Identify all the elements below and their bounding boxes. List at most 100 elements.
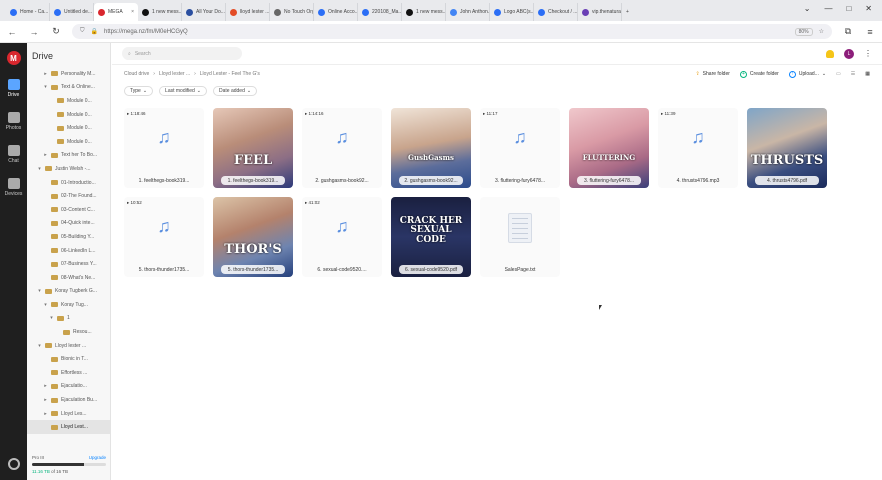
info-icon[interactable]: ▭: [836, 71, 841, 77]
file-card[interactable]: ▸ 11:39 ♫ 4. thrusts4796.mp3: [658, 108, 738, 188]
file-card[interactable]: GushGasms 2. gushgasms-book92...: [391, 108, 471, 188]
browser-tab[interactable]: Online Acco...×: [314, 3, 358, 21]
browser-tab[interactable]: 1 new mess...×: [138, 3, 182, 21]
expand-arrow-icon[interactable]: ▾: [37, 166, 42, 172]
notification-bell-icon[interactable]: [826, 49, 834, 58]
avatar[interactable]: L: [844, 48, 854, 59]
expand-arrow-icon[interactable]: ▸: [43, 411, 48, 417]
file-card[interactable]: ▸ 11:17 ♫ 3. fluttering-fury6478...: [480, 108, 560, 188]
tree-item[interactable]: 06-LinkedIn L...: [27, 244, 110, 258]
tree-item[interactable]: ▾ Koray Tugberk G...: [27, 285, 110, 299]
close-window-icon[interactable]: ✕: [865, 4, 872, 13]
file-card[interactable]: FLUTTERING 3. fluttering-fury6478...: [569, 108, 649, 188]
expand-arrow-icon[interactable]: ▸: [43, 397, 48, 403]
browser-tab[interactable]: lloyd lester ...×: [226, 3, 270, 21]
tree-item[interactable]: 05-Building Y...: [27, 230, 110, 244]
rail-item-photos[interactable]: Photos: [0, 110, 27, 133]
list-view-icon[interactable]: ☰: [851, 71, 855, 77]
rail-item-drive[interactable]: Drive: [0, 77, 27, 100]
grid-view-icon[interactable]: ▦: [865, 71, 870, 77]
maximize-icon[interactable]: □: [846, 4, 851, 13]
file-card[interactable]: CRACK HER SEXUAL CODE 6. sexual-code9520.…: [391, 197, 471, 277]
tree-item[interactable]: Module 0...: [27, 121, 110, 135]
tree-item[interactable]: 03-Content C...: [27, 203, 110, 217]
rail-item-chat[interactable]: Chat: [0, 143, 27, 166]
back-icon[interactable]: ←: [6, 27, 18, 37]
browser-tab[interactable]: Logo ABC(s...×: [490, 3, 534, 21]
tree-item[interactable]: Resou...: [27, 325, 110, 339]
expand-arrow-icon[interactable]: ▸: [43, 152, 48, 158]
tree-item[interactable]: Bionic in T...: [27, 352, 110, 366]
expand-arrow-icon[interactable]: ▾: [49, 315, 54, 321]
create-folder-button[interactable]: + Create folder: [739, 70, 779, 78]
tree-item[interactable]: Module 0...: [27, 135, 110, 149]
tree-item[interactable]: Module 0...: [27, 108, 110, 122]
file-card[interactable]: ▸ 41:02 ♫ 6. sexual-code9520....: [302, 197, 382, 277]
expand-arrow-icon[interactable]: ▾: [37, 343, 42, 349]
file-card[interactable]: ▸ 1:18:46 ♫ 1. feelthegs-book319...: [124, 108, 204, 188]
upload-button[interactable]: ↑ Upload... ⌄: [788, 70, 826, 78]
minimize-icon[interactable]: —: [824, 4, 832, 13]
forward-icon[interactable]: →: [28, 27, 40, 37]
file-card[interactable]: THOR'S 5. thors-thunder1735...: [213, 197, 293, 277]
browser-tab[interactable]: Home - Ca...×: [6, 3, 50, 21]
new-tab-button[interactable]: +: [622, 3, 636, 21]
rail-item-devices[interactable]: Devices: [0, 176, 27, 199]
tree-item[interactable]: ▾ Koray Tug...: [27, 298, 110, 312]
share-folder-button[interactable]: ⇪ Share folder: [695, 71, 729, 77]
bookmark-star-icon[interactable]: ☆: [819, 28, 824, 35]
browser-tab[interactable]: John Anthon...×: [446, 3, 490, 21]
breadcrumb-item[interactable]: Lloyd Lester - Feel The G's: [200, 71, 260, 77]
tree-item[interactable]: ▾ Justin Welsh -...: [27, 162, 110, 176]
filter-chip[interactable]: Date added ⌄: [213, 86, 258, 96]
browser-tab[interactable]: All Your Do...×: [182, 3, 226, 21]
menu-icon[interactable]: ≡: [864, 27, 876, 37]
tree-item[interactable]: ▾ 1: [27, 312, 110, 326]
tree-item[interactable]: Effortless ...: [27, 366, 110, 380]
browser-tab[interactable]: 1 new mess...×: [402, 3, 446, 21]
tree-item[interactable]: ▸ Ejaculation Bu...: [27, 393, 110, 407]
mega-logo-icon[interactable]: M: [6, 51, 21, 65]
tree-item[interactable]: 04-Quick inte...: [27, 217, 110, 231]
browser-tab[interactable]: vip.thenatural...×: [578, 3, 622, 21]
tree-item[interactable]: ▸ Text her To Bo...: [27, 149, 110, 163]
file-card[interactable]: ▸ 1:14:16 ♫ 2. gushgasms-book92...: [302, 108, 382, 188]
expand-arrow-icon[interactable]: ▾: [37, 288, 42, 294]
tree-item[interactable]: ▸ Personality M...: [27, 67, 110, 81]
file-card[interactable]: THRUSTS 4. thrusts4796.pdf: [747, 108, 827, 188]
breadcrumb-item[interactable]: Cloud drive: [124, 71, 149, 77]
file-card[interactable]: FEEL 1. feelthegs-book319...: [213, 108, 293, 188]
browser-tab[interactable]: 220108_Ma...×: [358, 3, 402, 21]
close-icon[interactable]: ×: [131, 9, 134, 15]
extensions-icon[interactable]: ⧉: [842, 26, 854, 37]
tree-item[interactable]: 08-What's Ne...: [27, 271, 110, 285]
filter-chip[interactable]: Type ⌄: [124, 86, 154, 96]
browser-tab[interactable]: MEGA ×: [94, 3, 138, 21]
settings-icon[interactable]: [7, 458, 20, 470]
address-bar[interactable]: ⛉ 🔒 https://mega.nz/fm/M0eHCGyQ 80% ☆: [72, 24, 832, 39]
tree-item[interactable]: ▸ Ejaculatio...: [27, 380, 110, 394]
filter-chip[interactable]: Last modified ⌄: [159, 86, 207, 96]
file-card[interactable]: SalesPage.txt: [480, 197, 560, 277]
expand-arrow-icon[interactable]: ▾: [43, 302, 48, 308]
more-options-icon[interactable]: ⋮: [864, 49, 872, 58]
browser-tab[interactable]: No Touch Orga...×: [270, 3, 314, 21]
tree-item[interactable]: Module 0...: [27, 94, 110, 108]
breadcrumb-item[interactable]: Lloyd lester ...: [159, 71, 190, 77]
search-input[interactable]: ⌕ Search: [122, 47, 242, 60]
tree-item[interactable]: 07-Business Y...: [27, 257, 110, 271]
tree-item[interactable]: ▾ Text & Online...: [27, 81, 110, 95]
browser-tab[interactable]: Untitled de...×: [50, 3, 94, 21]
tree-item[interactable]: ▾ Lloyd lester ...: [27, 339, 110, 353]
tree-item[interactable]: Lloyd Lest...: [27, 420, 110, 435]
expand-arrow-icon[interactable]: ▾: [43, 84, 48, 90]
tree-item[interactable]: 01-Introductio...: [27, 176, 110, 190]
zoom-level[interactable]: 80%: [794, 27, 813, 36]
tab-list-icon[interactable]: ⌄: [804, 4, 811, 13]
browser-tab[interactable]: Checkout / ...×: [534, 3, 578, 21]
expand-arrow-icon[interactable]: ▸: [43, 383, 48, 389]
tree-item[interactable]: ▸ Lloyd Les...: [27, 407, 110, 421]
expand-arrow-icon[interactable]: ▸: [43, 71, 48, 77]
storage-quota[interactable]: Pro III Upgrade 11.16 TB of 16 TB: [27, 451, 110, 480]
upgrade-link[interactable]: Upgrade: [89, 455, 106, 460]
